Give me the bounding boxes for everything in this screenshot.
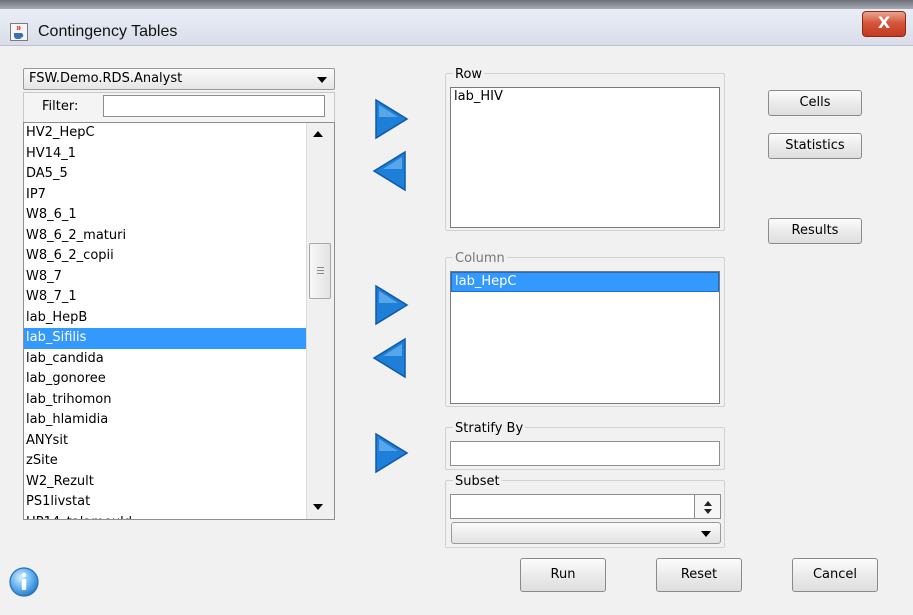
scroll-up-arrow-icon[interactable] [313,131,323,137]
variable-list-item[interactable]: HV14_1 [24,144,306,165]
chevron-down-icon [701,531,711,537]
variable-list-item[interactable]: PS1livstat [24,492,306,513]
cells-button[interactable]: Cells [768,90,862,116]
variable-list-item[interactable]: lab_candida [24,349,306,370]
results-button[interactable]: Results [768,218,862,244]
subset-expression-input[interactable] [450,494,695,519]
run-button[interactable]: Run [520,558,606,592]
subset-select[interactable] [451,522,721,544]
subset-group-title: Subset [453,474,502,489]
variable-list-item[interactable]: W8_7 [24,267,306,288]
stratify-group-title: Stratify By [453,421,526,436]
variable-list-item[interactable]: IP7 [24,185,306,206]
dataset-select-value: FSW.Demo.RDS.Analyst [29,71,183,86]
remove-from-row-button[interactable] [372,150,408,192]
row-field-item[interactable]: lab_HIV [451,88,719,108]
column-group-title: Column [453,251,507,266]
move-to-stratify-button[interactable] [374,432,410,474]
scroll-thumb[interactable] [309,243,331,299]
variable-list-item[interactable]: W8_7_1 [24,287,306,308]
window-title: Contingency Tables [38,23,178,40]
cancel-button[interactable]: Cancel [792,558,878,592]
row-field-list[interactable]: lab_HIV [450,87,720,228]
arrow-left-icon [372,337,406,379]
arrow-left-icon [372,150,406,192]
filter-input[interactable] [103,95,325,117]
variable-list-item[interactable]: DA5_5 [24,164,306,185]
column-field-item[interactable]: lab_HepC [451,272,719,292]
variable-list-item[interactable]: lab_Sifilis [24,328,306,349]
statistics-button[interactable]: Statistics [768,133,862,159]
arrow-right-icon [375,284,409,326]
spinner-up-icon[interactable] [704,501,712,506]
move-to-column-button[interactable] [374,284,410,326]
variable-list-item[interactable]: zSite [24,451,306,472]
variable-list-item[interactable]: HV2_HepC [24,123,306,144]
variable-list-item[interactable]: W2_Rezult [24,472,306,493]
chevron-down-icon [317,77,327,83]
variable-list-item[interactable]: W8_6_2_copii [24,246,306,267]
arrow-right-icon [375,432,409,474]
variable-list[interactable]: HV2_HepC HV14_1 DA5_5 IP7 W8_6_1 W8_6_2_matur… [23,122,335,520]
variable-list-item[interactable]: lab_HepB [24,308,306,329]
row-group-title: Row [453,67,485,82]
subset-spinner[interactable] [695,494,721,519]
java-cup-icon [10,23,28,41]
variable-list-items: HV2_HepC HV14_1 DA5_5 IP7 W8_6_1 W8_6_2_matur… [24,123,306,520]
stratify-field[interactable] [450,441,720,466]
arrow-right-icon [375,98,409,140]
variable-list-item[interactable]: lab_trihomon [24,390,306,411]
column-field-list[interactable]: lab_HepC [450,271,720,404]
move-to-row-button[interactable] [374,98,410,140]
variable-list-item[interactable]: ANYsit [24,431,306,452]
info-icon[interactable] [8,566,40,598]
scroll-down-arrow-icon[interactable] [313,504,323,510]
spinner-down-icon[interactable] [704,509,712,514]
variable-list-item[interactable]: lab_hlamidia [24,410,306,431]
variable-list-item[interactable]: HP14_talamould [24,513,306,520]
variable-list-item[interactable]: W8_6_2_maturi [24,226,306,247]
dataset-select[interactable]: FSW.Demo.RDS.Analyst [23,68,335,90]
variable-list-scrollbar[interactable] [306,123,334,519]
remove-from-column-button[interactable] [372,337,408,379]
variable-list-item[interactable]: lab_gonoree [24,369,306,390]
window-top-edge [0,0,913,9]
variable-list-item[interactable]: W8_6_1 [24,205,306,226]
filter-label: Filter: [42,99,79,114]
close-button[interactable]: X [862,11,906,37]
reset-button[interactable]: Reset [656,558,742,592]
